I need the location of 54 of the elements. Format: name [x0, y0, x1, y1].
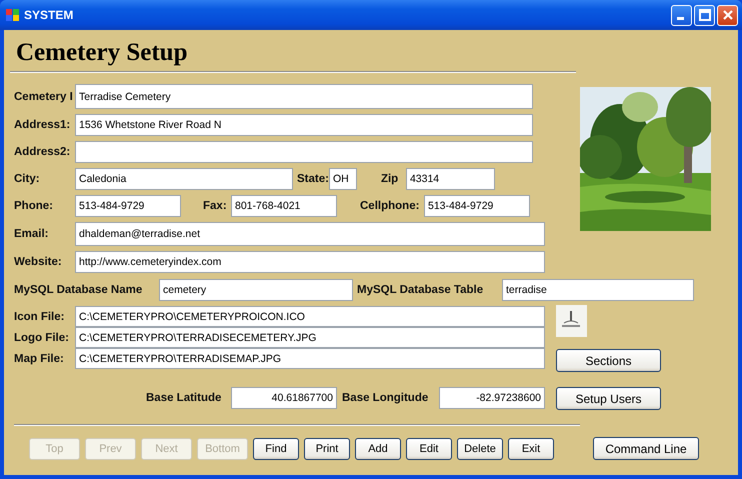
toolbar-button[interactable]: Find [253, 438, 299, 460]
field-label: Address1: [14, 119, 72, 131]
field-label: Zip [380, 173, 400, 185]
app-icon [6, 8, 20, 22]
command-line-button[interactable]: Command Line [593, 437, 699, 460]
field-label: MySQL Database Table [357, 284, 484, 296]
field-label: Icon File: [14, 310, 66, 322]
file-path-field[interactable]: C:\CEMETERYPRO\TERRADISECEMETERY.JPG [75, 327, 545, 348]
toolbar-button[interactable]: Add [355, 438, 401, 460]
email-field[interactable]: dhaldeman@terradise.net [75, 222, 545, 246]
longitude-field[interactable]: -82.97238600 [439, 387, 545, 409]
file-path-field[interactable]: C:\CEMETERYPRO\CEMETERYPROICON.ICO [75, 306, 545, 327]
form-heading: Cemetery Setup [16, 39, 188, 68]
setup-users-button[interactable]: Setup Users [556, 387, 661, 410]
field-label: Cemetery I [14, 90, 74, 102]
address-field[interactable] [75, 141, 533, 163]
close-icon [722, 9, 734, 21]
field-label: City: [14, 173, 41, 185]
database-table-field[interactable]: terradise [502, 279, 694, 301]
window-title: SYSTEM [24, 8, 74, 22]
field-label: Base Longitude [342, 392, 430, 404]
latitude-field[interactable]: 40.61867700 [231, 387, 337, 409]
field-label: Phone: [14, 200, 54, 212]
website-field[interactable]: http://www.cemeteryindex.com [75, 251, 545, 273]
field-label: Address2: [14, 146, 72, 158]
close-button[interactable] [717, 4, 738, 26]
fax-field[interactable]: 801-768-4021 [231, 195, 337, 217]
field-label: State: [297, 173, 329, 185]
toolbar-button[interactable]: Delete [457, 438, 503, 460]
toolbar-button[interactable]: Edit [406, 438, 452, 460]
maximize-icon [698, 9, 710, 21]
field-label: Logo File: [14, 332, 70, 344]
field-label: Email: [14, 228, 50, 240]
field-label: Map File: [14, 352, 65, 364]
field-label: MySQL Database Name [14, 284, 144, 296]
phone-field[interactable]: 513-484-9729 [75, 195, 181, 217]
minimize-icon [676, 16, 684, 20]
address-field[interactable]: 1536 Whetstone River Road N [75, 114, 533, 136]
field-label: Fax: [203, 200, 228, 212]
city-field[interactable]: Caledonia [75, 168, 293, 190]
cellphone-field[interactable]: 513-484-9729 [424, 195, 530, 217]
field-label: Website: [14, 256, 63, 268]
field-label: Base Latitude [146, 392, 222, 404]
maximize-button[interactable] [694, 4, 715, 26]
toolbar-button[interactable]: Print [304, 438, 350, 460]
field-label: Cellphone: [360, 200, 420, 212]
state-field[interactable]: OH [328, 168, 357, 190]
database-name-field[interactable]: cemetery [159, 279, 353, 301]
cemetery-name-field[interactable]: Terradise Cemetery [75, 84, 533, 109]
zip-field[interactable]: 43314 [406, 168, 495, 190]
minimize-button[interactable] [671, 4, 692, 26]
sections-button[interactable]: Sections [556, 349, 661, 372]
toolbar-button[interactable]: Exit [508, 438, 554, 460]
file-path-field[interactable]: C:\CEMETERYPRO\TERRADISEMAP.JPG [75, 348, 545, 369]
